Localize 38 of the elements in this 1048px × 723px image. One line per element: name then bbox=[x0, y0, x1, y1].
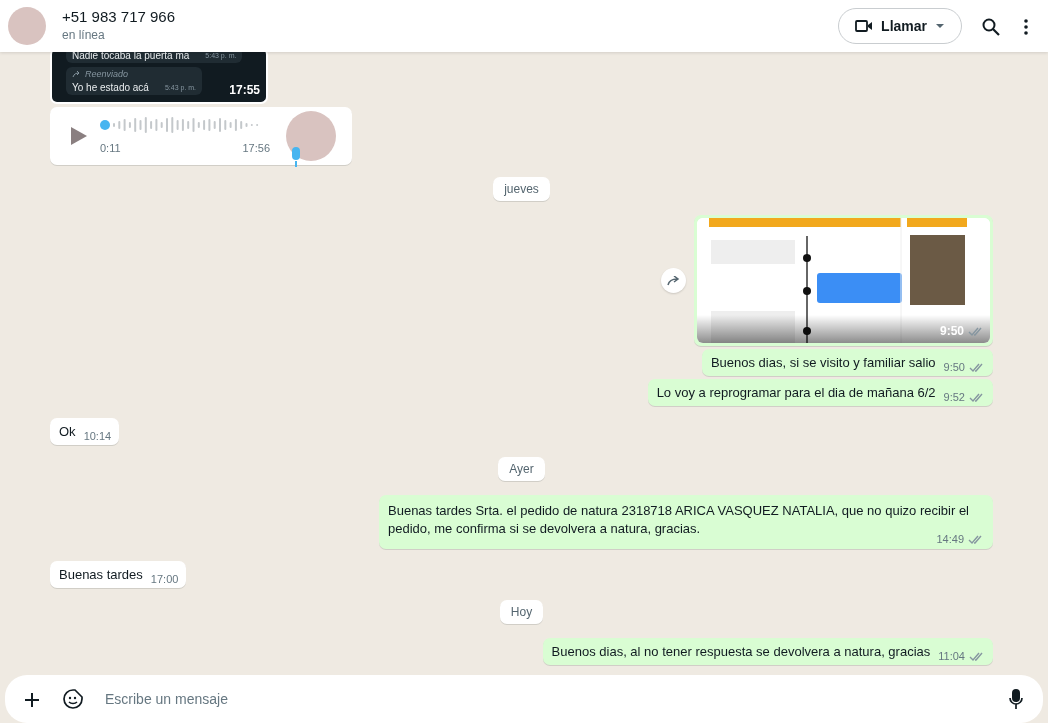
microphone-icon bbox=[290, 147, 302, 167]
forward-arrow-icon bbox=[667, 276, 680, 287]
message-text: Buenas tardes bbox=[59, 566, 143, 584]
message-time: 9:50 bbox=[943, 360, 965, 375]
message-composer[interactable]: Escribe un mensaje bbox=[5, 675, 1043, 723]
video-camera-icon bbox=[855, 19, 874, 33]
message-text: Yo he estado acá bbox=[72, 81, 149, 94]
play-icon bbox=[70, 126, 88, 146]
message-input-field[interactable]: Escribe un mensaje bbox=[103, 687, 989, 711]
date-divider: Hoy bbox=[499, 600, 544, 624]
message-text: Nadie tocaba la puerta ma bbox=[72, 52, 190, 62]
contact-name: +51 983 717 966 bbox=[62, 8, 177, 26]
message-time: 10:14 bbox=[83, 429, 112, 444]
forward-arrow-icon bbox=[72, 71, 81, 78]
caret-icon bbox=[935, 23, 945, 29]
call-button[interactable]: Llamar bbox=[838, 8, 962, 44]
more-options-icon bbox=[1024, 18, 1028, 35]
message-text: Buenos dias, al no tener respuesta se devolvera a natura, gracias bbox=[551, 643, 931, 661]
forward-button[interactable] bbox=[661, 268, 686, 293]
message-time: 11:04 bbox=[938, 649, 965, 664]
smiley-sticker-icon bbox=[63, 689, 83, 710]
message-text: Lo voy a reprogramar para el dia de mañana 6/2 bbox=[656, 384, 936, 402]
message-time: 17:55 bbox=[229, 82, 260, 99]
message-text: Buenos dias, si se visito y familiar salio bbox=[710, 354, 936, 372]
contact-status: en línea bbox=[62, 27, 106, 44]
message-time: 17:56 bbox=[242, 141, 270, 156]
message-time: 17:00 bbox=[150, 572, 179, 587]
microphone-icon bbox=[1009, 689, 1023, 710]
message-time: 9:50 bbox=[939, 323, 964, 340]
search-icon bbox=[982, 17, 1000, 36]
date-divider: Ayer bbox=[498, 457, 545, 481]
audio-duration: 0:11 bbox=[100, 141, 121, 156]
avatar-photo-placeholder bbox=[286, 111, 336, 161]
forwarded-label: Reenviado bbox=[85, 68, 129, 81]
date-divider: jueves bbox=[493, 177, 550, 201]
message-time: 9:52 bbox=[943, 390, 965, 405]
message-text: Ok bbox=[59, 423, 76, 441]
plus-icon bbox=[25, 692, 39, 707]
